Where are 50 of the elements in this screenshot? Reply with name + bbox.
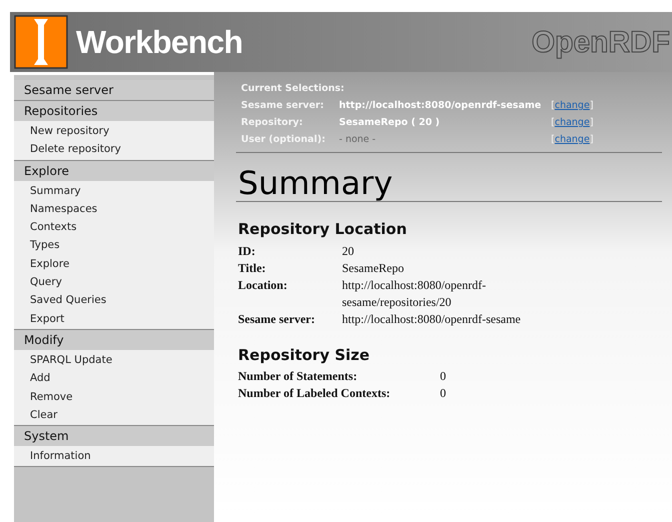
sidebar-item[interactable]: Namespaces	[14, 200, 214, 218]
sidebar-item[interactable]: Query	[14, 273, 214, 292]
sidebar-heading[interactable]: System	[14, 426, 214, 446]
bracket: [	[551, 133, 555, 147]
sidebar-item[interactable]: SPARQL Update	[14, 350, 214, 370]
page-title: Summary	[237, 165, 394, 201]
bracket: [	[551, 116, 555, 130]
sidebar-heading[interactable]: Explore	[14, 160, 214, 181]
selection-label: Sesame server:	[241, 99, 325, 113]
sidebar-heading[interactable]: Repositories	[14, 101, 214, 121]
sidebar-heading[interactable]: Sesame server	[14, 80, 214, 100]
selection-label: User (optional):	[241, 133, 326, 147]
sidebar-item[interactable]: Summary	[14, 182, 214, 200]
field-label: ID:	[238, 242, 256, 260]
sidebar-item[interactable]: Remove	[14, 388, 214, 406]
selections-title: Current Selections:	[241, 82, 346, 96]
field-value: 0	[440, 385, 446, 402]
field-value: SesameRepo	[342, 260, 404, 276]
app-title: Workbench	[76, 23, 242, 62]
sidebar-item[interactable]: Information	[14, 447, 214, 466]
field-label: Number of Labeled Contexts:	[238, 385, 392, 402]
selection-value: http://localhost:8080/openrdf-sesame	[339, 99, 542, 113]
sidebar-heading[interactable]: Modify	[14, 330, 214, 350]
sidebar-item[interactable]: New repository	[14, 122, 214, 140]
field-value: http://localhost:8080/openrdf-sesame	[342, 310, 521, 328]
sidebar-item[interactable]: Contexts	[14, 218, 214, 236]
field-label: Title:	[238, 260, 267, 276]
field-label: Location:	[238, 276, 288, 294]
logo-icon	[14, 15, 68, 69]
field-label: Number of Statements:	[238, 368, 358, 385]
brand-logo: OpenRDF	[532, 24, 670, 61]
section-heading: Repository Location	[238, 219, 408, 240]
sidebar-item[interactable]: Delete repository	[14, 140, 214, 159]
bracket: ]	[590, 99, 594, 113]
bracket: [	[551, 99, 555, 113]
selection-value: SesameRepo ( 20 )	[339, 116, 441, 130]
selection-value: - none -	[339, 133, 377, 147]
sidebar-item[interactable]: Explore	[14, 254, 214, 274]
sidebar-item[interactable]: Saved Queries	[14, 291, 214, 310]
field-label: Sesame server:	[238, 310, 316, 328]
sidebar-item[interactable]: Types	[14, 236, 214, 255]
selection-label: Repository:	[241, 116, 304, 130]
bracket: ]	[590, 133, 594, 147]
section-heading: Repository Size	[238, 344, 371, 366]
sidebar-item[interactable]: Clear	[14, 406, 214, 424]
bracket: ]	[590, 116, 594, 130]
sidebar-item[interactable]: Add	[14, 369, 214, 388]
field-value: 0	[440, 368, 446, 385]
sidebar-item[interactable]: Export	[14, 310, 214, 328]
field-value: 20	[342, 242, 354, 260]
